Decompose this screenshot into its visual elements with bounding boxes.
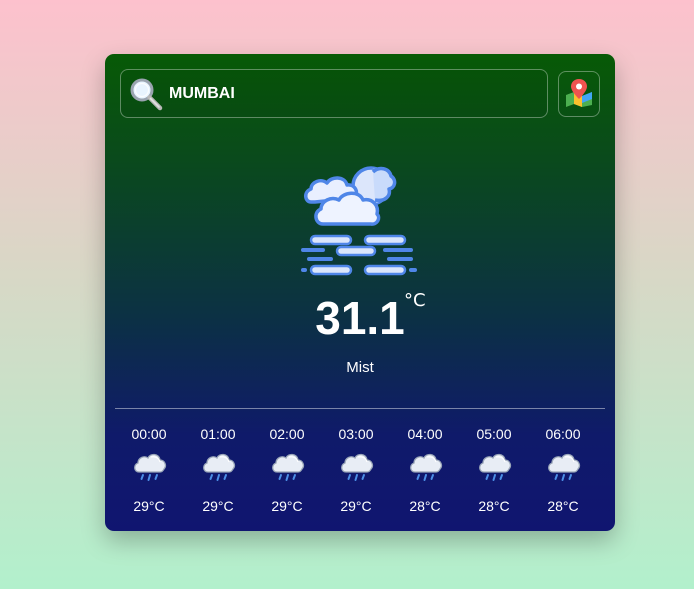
hourly-item: 02:00 29°C xyxy=(262,424,312,520)
hour-time: 05:00 xyxy=(476,426,512,442)
hour-time: 06:00 xyxy=(545,426,581,442)
hour-temp: 28°C xyxy=(547,498,579,514)
hour-temp: 28°C xyxy=(478,498,510,514)
divider xyxy=(115,408,605,409)
hour-temp: 29°C xyxy=(340,498,372,514)
weather-condition: Mist xyxy=(346,359,374,376)
temperature-unit: °C xyxy=(404,290,426,311)
hour-temp: 29°C xyxy=(271,498,303,514)
hourly-item: 00:00 29°C xyxy=(124,424,174,520)
rain-cloud-icon xyxy=(409,450,443,484)
hour-temp: 28°C xyxy=(409,498,441,514)
rain-cloud-icon xyxy=(478,450,512,484)
hourly-item: 03:00 29°C xyxy=(331,424,381,520)
map-pin-icon xyxy=(564,77,594,112)
hour-time: 01:00 xyxy=(200,426,236,442)
hour-temp: 29°C xyxy=(202,498,234,514)
rain-cloud-icon xyxy=(133,450,167,484)
hour-temp: 29°C xyxy=(133,498,165,514)
mist-cloud-icon xyxy=(301,162,419,278)
rain-cloud-icon xyxy=(202,450,236,484)
hour-time: 02:00 xyxy=(269,426,305,442)
hour-time: 03:00 xyxy=(338,426,374,442)
hourly-item: 04:00 28°C xyxy=(400,424,450,520)
hour-time: 00:00 xyxy=(131,426,167,442)
rain-cloud-icon xyxy=(547,450,581,484)
search-box[interactable] xyxy=(120,69,548,118)
rain-cloud-icon xyxy=(340,450,374,484)
map-button[interactable] xyxy=(558,71,600,117)
search-icon[interactable] xyxy=(129,77,163,111)
hourly-forecast: 00:00 29°C 01:00 29°C 02:00 29°C 03:00 2… xyxy=(114,424,604,524)
hourly-item: 01:00 29°C xyxy=(193,424,243,520)
hour-time: 04:00 xyxy=(407,426,443,442)
rain-cloud-icon xyxy=(271,450,305,484)
temperature-value: 31.1 xyxy=(315,292,405,344)
search-input[interactable] xyxy=(169,78,529,109)
temperature-row: 31.1 °C xyxy=(105,290,615,346)
hourly-item: 05:00 28°C xyxy=(469,424,519,520)
weather-card: 31.1 °C Mist 00:00 29°C 01:00 29°C 02:00… xyxy=(105,54,615,531)
hourly-item: 06:00 28°C xyxy=(538,424,588,520)
